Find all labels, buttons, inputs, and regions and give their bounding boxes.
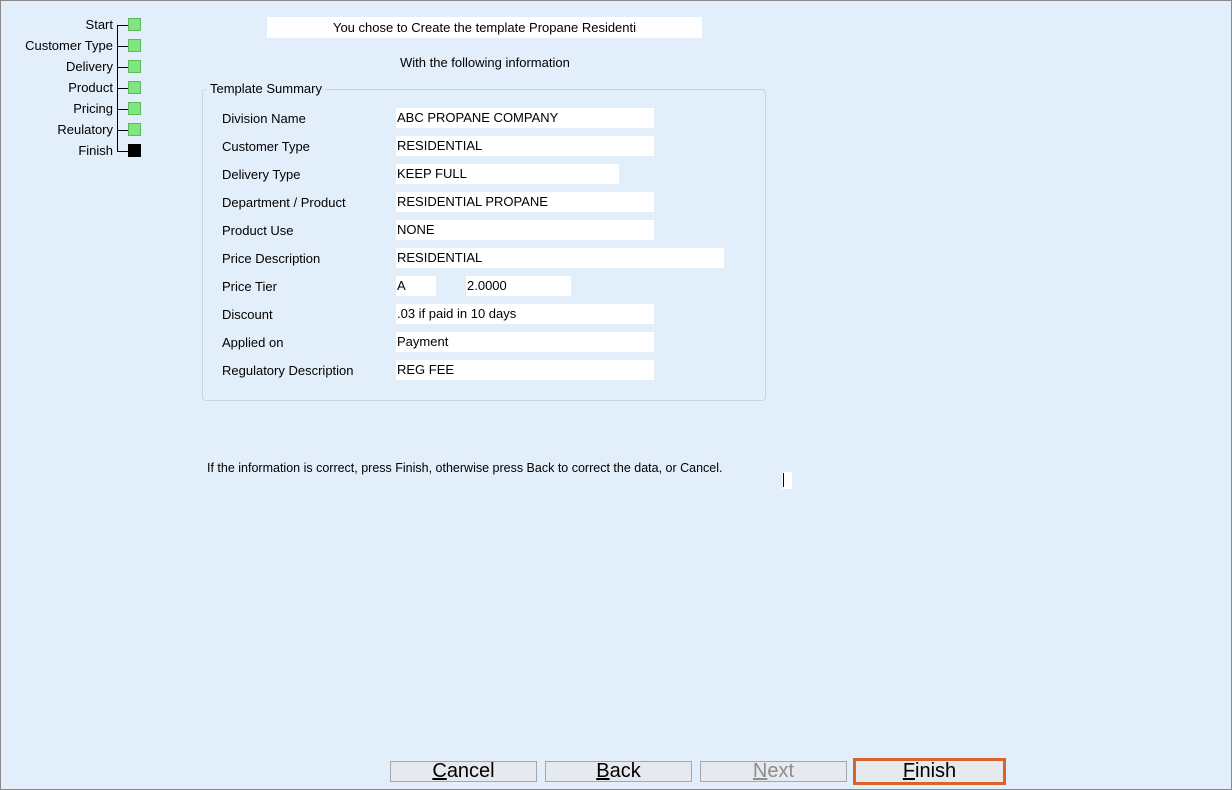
regulatory-description-value: REG FEE	[396, 360, 654, 380]
step-start: Start	[0, 15, 150, 35]
step-complete-indicator	[128, 39, 141, 52]
step-connector	[117, 46, 128, 47]
discount-label: Discount	[222, 307, 273, 322]
next-hotkey: N	[752, 760, 768, 782]
step-label: Customer Type	[25, 38, 113, 53]
step-complete-indicator	[128, 123, 141, 136]
price-tier-label: Price Tier	[222, 279, 277, 294]
step-product: Product	[0, 78, 150, 98]
back-button[interactable]: Back	[545, 761, 692, 782]
step-finish: Finish	[0, 141, 150, 161]
finish-button[interactable]: Finish	[853, 758, 1006, 785]
subtitle: With the following information	[400, 55, 570, 70]
customer-type-label: Customer Type	[222, 139, 310, 154]
price-description-label: Price Description	[222, 251, 321, 266]
step-label: Start	[85, 17, 113, 32]
cancel-hotkey: C	[432, 760, 447, 782]
price-tier-value: A	[396, 276, 436, 296]
step-label: Finish	[78, 143, 113, 158]
step-current-indicator	[128, 144, 141, 157]
back-label: ack	[609, 760, 641, 782]
step-connector	[117, 88, 128, 89]
step-connector	[117, 25, 128, 26]
step-complete-indicator	[128, 60, 141, 73]
price-description-value: RESIDENTIAL	[396, 248, 724, 268]
delivery-type-label: Delivery Type	[222, 167, 301, 182]
template-summary-legend: Template Summary	[207, 81, 325, 96]
step-label: Pricing	[73, 101, 113, 116]
step-complete-indicator	[128, 81, 141, 94]
step-connector	[117, 151, 128, 152]
step-customer-type: Customer Type	[0, 36, 150, 56]
product-use-label: Product Use	[222, 223, 294, 238]
text-caret	[783, 473, 784, 487]
cancel-button[interactable]: Cancel	[390, 761, 537, 782]
product-use-value: NONE	[396, 220, 654, 240]
step-regulatory: Reulatory	[0, 120, 150, 140]
step-connector	[117, 130, 128, 131]
division-name-label: Division Name	[222, 111, 306, 126]
step-connector	[117, 67, 128, 68]
step-complete-indicator	[128, 18, 141, 31]
next-label: ext	[767, 760, 795, 782]
step-complete-indicator	[128, 102, 141, 115]
step-delivery: Delivery	[0, 57, 150, 77]
step-connector	[117, 109, 128, 110]
step-pricing: Pricing	[0, 99, 150, 119]
template-title: You chose to Create the template Propane…	[267, 17, 702, 38]
price-tier-amount-value: 2.0000	[466, 276, 571, 296]
delivery-type-value: KEEP FULL	[396, 164, 619, 184]
step-label: Product	[68, 80, 113, 95]
next-button[interactable]: Next	[700, 761, 847, 782]
department-product-label: Department / Product	[222, 195, 346, 210]
finish-label: inish	[915, 760, 957, 782]
finish-hotkey: F	[902, 760, 916, 782]
regulatory-description-label: Regulatory Description	[222, 363, 354, 378]
discount-value: .03 if paid in 10 days	[396, 304, 654, 324]
cancel-label: ancel	[446, 760, 495, 782]
customer-type-value: RESIDENTIAL	[396, 136, 654, 156]
step-label: Delivery	[66, 59, 113, 74]
back-hotkey: B	[596, 760, 610, 782]
step-label: Reulatory	[57, 122, 113, 137]
applied-on-label: Applied on	[222, 335, 284, 350]
department-product-value: RESIDENTIAL PROPANE	[396, 192, 654, 212]
division-name-value: ABC PROPANE COMPANY	[396, 108, 654, 128]
applied-on-value: Payment	[396, 332, 654, 352]
instructions-text: If the information is correct, press Fin…	[207, 461, 723, 475]
